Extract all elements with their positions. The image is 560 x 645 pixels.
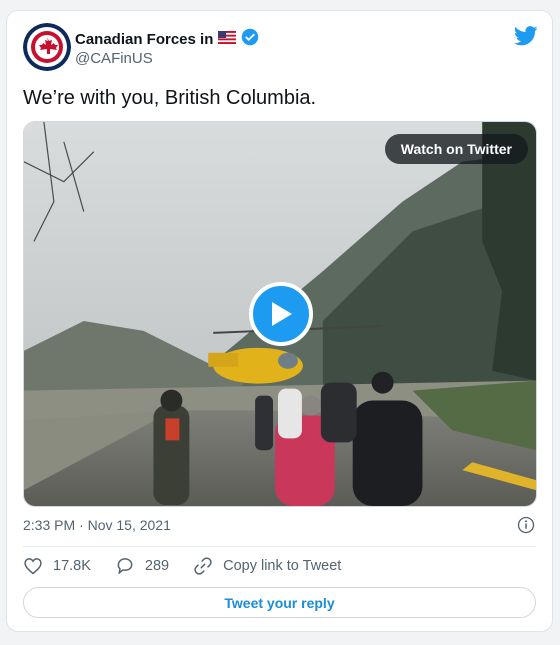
verified-badge-icon xyxy=(241,28,259,50)
info-icon[interactable] xyxy=(517,516,535,534)
us-flag-icon xyxy=(218,30,237,48)
tweet-text: We’re with you, British Columbia. xyxy=(23,87,317,109)
like-count: 17.8K xyxy=(53,558,91,574)
video-player[interactable]: Watch on Twitter xyxy=(23,121,537,507)
twitter-bird-icon[interactable] xyxy=(513,25,538,47)
heart-icon xyxy=(24,558,42,575)
author-handle[interactable]: @CAFinUS xyxy=(75,50,153,67)
link-icon xyxy=(194,557,212,575)
like-button[interactable]: 17.8K xyxy=(23,556,91,576)
tweet-your-reply-button[interactable]: Tweet your reply xyxy=(23,587,536,618)
divider xyxy=(23,546,536,547)
avatar[interactable] xyxy=(23,23,71,71)
play-button[interactable] xyxy=(249,282,313,346)
tweet-card: Canadian Forces in @CAFinUS We’re with y… xyxy=(6,10,553,632)
copy-link-button[interactable]: Copy link to Tweet xyxy=(193,556,341,576)
action-bar: 17.8K 289 Copy link to Tweet xyxy=(23,556,365,576)
author-name[interactable]: Canadian Forces in xyxy=(75,31,213,48)
author-name-row[interactable]: Canadian Forces in xyxy=(75,28,259,50)
play-icon xyxy=(272,302,292,326)
watch-on-twitter-button[interactable]: Watch on Twitter xyxy=(384,134,528,164)
caf-roundel-logo xyxy=(23,23,71,71)
reply-count-button[interactable]: 289 xyxy=(115,556,169,576)
reply-count: 289 xyxy=(144,558,170,574)
reply-bubble-icon xyxy=(117,558,133,574)
tweet-timestamp[interactable]: 2:33 PM · Nov 15, 2021 xyxy=(23,517,171,533)
copy-link-label: Copy link to Tweet xyxy=(223,558,342,574)
